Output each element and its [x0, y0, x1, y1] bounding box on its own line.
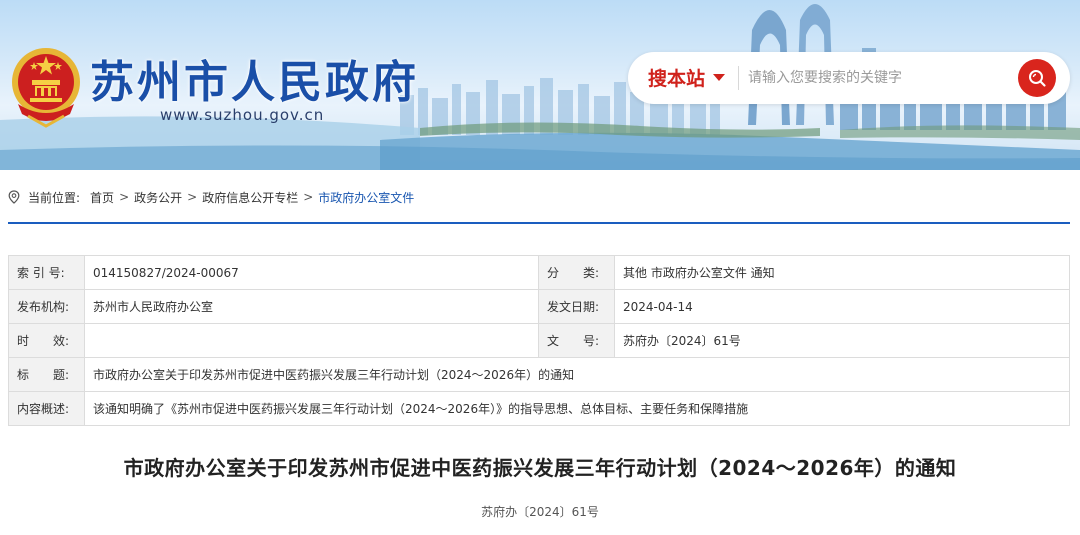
search-scope-label: 搜本站 — [648, 68, 706, 90]
date-label: 发文日期: — [538, 289, 615, 324]
site-url: www.suzhou.gov.cn — [160, 106, 325, 124]
summary-label: 内容概述: — [8, 391, 85, 426]
issuer-label: 发布机构: — [8, 289, 85, 324]
search-icon — [1029, 70, 1046, 87]
index-no-value: 014150827/2024-00067 — [84, 255, 539, 290]
breadcrumb-prefix: 当前位置: — [28, 190, 81, 205]
title-value: 市政府办公室关于印发苏州市促进中医药振兴发展三年行动计划（2024～2026年）… — [84, 357, 1070, 392]
site-title: 苏州市人民政府 — [90, 57, 419, 108]
summary-value: 该通知明确了《苏州市促进中医药振兴发展三年行动计划（2024～2026年）》的指… — [84, 391, 1070, 426]
dropdown-caret-icon — [713, 74, 726, 81]
title-label: 标 题: — [8, 357, 85, 392]
breadcrumb-separator: > — [187, 190, 198, 204]
index-no-label: 索 引 号: — [8, 255, 85, 290]
header-banner: 苏州市人民政府 www.suzhou.gov.cn 搜本站 — [0, 0, 1080, 170]
breadcrumb-link-info-disclosure[interactable]: 政府信息公开专栏 — [202, 189, 298, 206]
document-meta-table: 索 引 号: 014150827/2024-00067 分 类: 其他 市政府办… — [8, 255, 1070, 426]
search-input[interactable] — [748, 64, 1008, 92]
table-row: 标 题: 市政府办公室关于印发苏州市促进中医药振兴发展三年行动计划（2024～2… — [8, 357, 1070, 392]
search-box: 搜本站 — [628, 52, 1070, 104]
breadcrumb-link-home[interactable]: 首页 — [90, 189, 114, 206]
table-row: 发布机构: 苏州市人民政府办公室 发文日期: 2024-04-14 — [8, 289, 1070, 324]
document-number: 苏府办〔2024〕61号 — [481, 505, 599, 519]
breadcrumb-link-office-documents[interactable]: 市政府办公室文件 — [318, 189, 414, 206]
national-emblem-icon — [8, 42, 84, 128]
search-button[interactable] — [1018, 59, 1056, 97]
table-row: 索 引 号: 014150827/2024-00067 分 类: 其他 市政府办… — [8, 255, 1070, 290]
issuer-value: 苏州市人民政府办公室 — [84, 289, 539, 324]
doc-no-label: 文 号: — [538, 323, 615, 358]
category-value: 其他 市政府办公室文件 通知 — [614, 255, 1070, 290]
document-title: 市政府办公室关于印发苏州市促进中医药振兴发展三年行动计划（2024～2026年）… — [123, 456, 957, 480]
search-divider — [738, 66, 739, 90]
table-row: 时 效: 文 号: 苏府办〔2024〕61号 — [8, 323, 1070, 358]
breadcrumb-link-open-government[interactable]: 政务公开 — [134, 189, 182, 206]
search-scope-dropdown[interactable]: 搜本站 — [648, 64, 726, 91]
table-row: 内容概述: 该通知明确了《苏州市促进中医药振兴发展三年行动计划（2024～202… — [8, 391, 1070, 426]
breadcrumb-separator: > — [303, 190, 314, 204]
date-value: 2024-04-14 — [614, 289, 1070, 324]
location-pin-icon — [8, 190, 20, 204]
category-label: 分 类: — [538, 255, 615, 290]
breadcrumb: 当前位置: 首页 > 政务公开 > 政府信息公开专栏 > 市政府办公室文件 — [8, 187, 414, 207]
doc-no-value: 苏府办〔2024〕61号 — [614, 323, 1070, 358]
validity-value — [84, 323, 539, 358]
validity-label: 时 效: — [8, 323, 85, 358]
breadcrumb-separator: > — [119, 190, 130, 204]
breadcrumb-divider — [8, 222, 1070, 224]
